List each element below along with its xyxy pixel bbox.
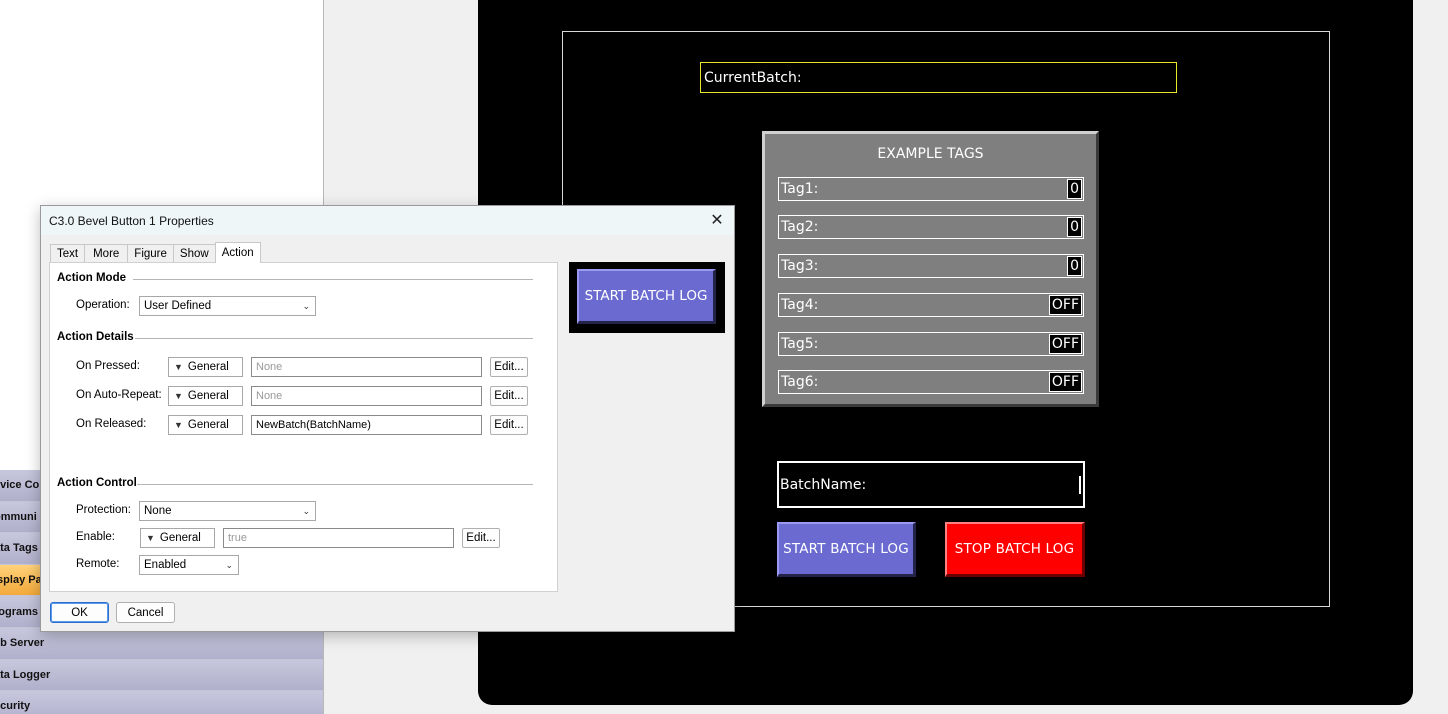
action-tab-panel: Action Mode Operation: User Defined ⌄ Ac…	[49, 262, 558, 592]
tag-label: Tag6:	[781, 374, 819, 390]
properties-dialog: C3.0 Bevel Button 1 Properties ✕ Text Mo…	[40, 205, 735, 632]
tag-value: 0	[1067, 217, 1082, 237]
enable-label: Enable:	[76, 531, 116, 543]
operation-value: User Defined	[144, 300, 212, 312]
group-title-action-details: Action Details	[57, 331, 134, 343]
text-caret	[1079, 476, 1081, 494]
enable-edit-button[interactable]: Edit...	[462, 528, 500, 548]
dialog-title: C3.0 Bevel Button 1 Properties	[49, 213, 214, 228]
tab-show[interactable]: Show	[172, 244, 216, 263]
tag-value: OFF	[1048, 372, 1082, 392]
sidebar-item-label: rograms	[0, 605, 39, 618]
sidebar-item-label: ecurity	[0, 700, 31, 713]
tag-label: Tag4:	[781, 297, 819, 313]
group-title-action-control: Action Control	[57, 477, 137, 489]
tag-value: 0	[1067, 179, 1082, 199]
triangle-down-icon: ▼	[174, 420, 183, 430]
sidebar-item-label: eb Server	[0, 637, 45, 650]
operation-label: Operation:	[76, 299, 130, 311]
sidebar-item-label: ata Logger	[0, 668, 51, 681]
tag-label: Tag2:	[781, 219, 819, 235]
protection-select[interactable]: None ⌄	[139, 501, 316, 521]
tag-label: Tag1:	[781, 181, 819, 197]
preview-start-batch-log: START BATCH LOG	[577, 269, 716, 324]
group-title-action-mode: Action Mode	[57, 272, 126, 284]
on-released-type: General	[187, 419, 229, 431]
sidebar-item-label: ommuni	[0, 510, 37, 523]
chevron-down-icon: ⌄	[302, 506, 310, 516]
tab-more[interactable]: More	[84, 244, 129, 263]
button-preview: START BATCH LOG	[569, 262, 725, 333]
on-pressed-type: General	[187, 361, 229, 373]
dialog-tabs: Text More Figure Show Action	[50, 242, 261, 263]
group-divider	[137, 484, 533, 485]
tag-value: OFF	[1048, 334, 1082, 354]
on-pressed-field[interactable]: None	[251, 357, 482, 377]
triangle-down-icon: ▼	[174, 362, 183, 372]
tag-row[interactable]: Tag1: 0	[778, 177, 1084, 201]
batch-name-label: BatchName:	[780, 476, 867, 493]
on-auto-repeat-edit-button[interactable]: Edit...	[490, 386, 528, 406]
sidebar-item-security[interactable]: ecurity	[0, 691, 323, 714]
sidebar-item-web-server[interactable]: eb Server	[0, 627, 323, 660]
on-auto-repeat-type-dropdown[interactable]: ▼ General	[168, 386, 243, 406]
tag-label: Tag3:	[781, 258, 819, 274]
tab-action[interactable]: Action	[214, 242, 261, 263]
on-released-field[interactable]: NewBatch(BatchName)	[251, 415, 482, 435]
remote-value: Enabled	[144, 559, 187, 571]
sidebar-item-label: evice Co	[0, 479, 40, 492]
close-icon[interactable]: ✕	[706, 209, 728, 231]
tag-value: OFF	[1048, 295, 1082, 315]
protection-value: None	[144, 505, 172, 517]
sidebar-item-label: ata Tags	[0, 542, 38, 555]
tab-figure[interactable]: Figure	[127, 244, 174, 263]
on-released-type-dropdown[interactable]: ▼ General	[168, 415, 243, 435]
group-divider	[135, 338, 533, 339]
on-released-label: On Released:	[76, 418, 147, 430]
on-auto-repeat-type: General	[187, 390, 229, 402]
tab-text[interactable]: Text	[50, 244, 86, 263]
tag-row[interactable]: Tag3: 0	[778, 254, 1084, 278]
cancel-button[interactable]: Cancel	[116, 602, 175, 623]
enable-field[interactable]: true	[223, 528, 454, 548]
tag-value: 0	[1067, 256, 1082, 276]
enable-type-dropdown[interactable]: ▼ General	[140, 528, 215, 548]
operation-select[interactable]: User Defined ⌄	[139, 296, 316, 316]
remote-select[interactable]: Enabled ⌄	[139, 555, 239, 575]
triangle-down-icon: ▼	[174, 391, 183, 401]
panel-title: EXAMPLE TAGS	[877, 146, 984, 162]
tag-row[interactable]: Tag5: OFF	[778, 332, 1084, 356]
on-released-edit-button[interactable]: Edit...	[490, 415, 528, 435]
start-batch-log-button[interactable]: START BATCH LOG	[777, 522, 916, 577]
enable-type: General	[159, 532, 201, 544]
tag-row[interactable]: Tag4: OFF	[778, 293, 1084, 317]
tag-row[interactable]: Tag2: 0	[778, 215, 1084, 239]
batch-name-input[interactable]: BatchName:	[777, 461, 1085, 508]
on-pressed-label: On Pressed:	[76, 360, 140, 372]
on-auto-repeat-field[interactable]: None	[251, 386, 482, 406]
ok-button[interactable]: OK	[50, 602, 109, 623]
sidebar-item-label: isplay Pa	[0, 574, 42, 587]
triangle-down-icon: ▼	[146, 533, 155, 543]
current-batch-field[interactable]: CurrentBatch:	[700, 62, 1177, 93]
group-divider	[133, 279, 533, 280]
current-batch-label: CurrentBatch:	[704, 69, 802, 86]
on-pressed-type-dropdown[interactable]: ▼ General	[168, 357, 243, 377]
remote-label: Remote:	[76, 558, 120, 570]
on-auto-repeat-label: On Auto-Repeat:	[76, 389, 162, 401]
protection-label: Protection:	[76, 504, 131, 516]
tag-label: Tag5:	[781, 336, 819, 352]
sidebar-item-data-logger[interactable]: ata Logger	[0, 659, 323, 692]
tag-row[interactable]: Tag6: OFF	[778, 370, 1084, 394]
chevron-down-icon: ⌄	[225, 560, 233, 570]
stop-batch-log-button[interactable]: STOP BATCH LOG	[945, 522, 1085, 577]
dialog-titlebar[interactable]: C3.0 Bevel Button 1 Properties ✕	[41, 206, 734, 235]
example-tags-panel: EXAMPLE TAGS Tag1: 0 Tag2: 0 Tag3: 0 Tag…	[762, 131, 1099, 407]
on-pressed-edit-button[interactable]: Edit...	[490, 357, 528, 377]
chevron-down-icon: ⌄	[302, 301, 310, 311]
